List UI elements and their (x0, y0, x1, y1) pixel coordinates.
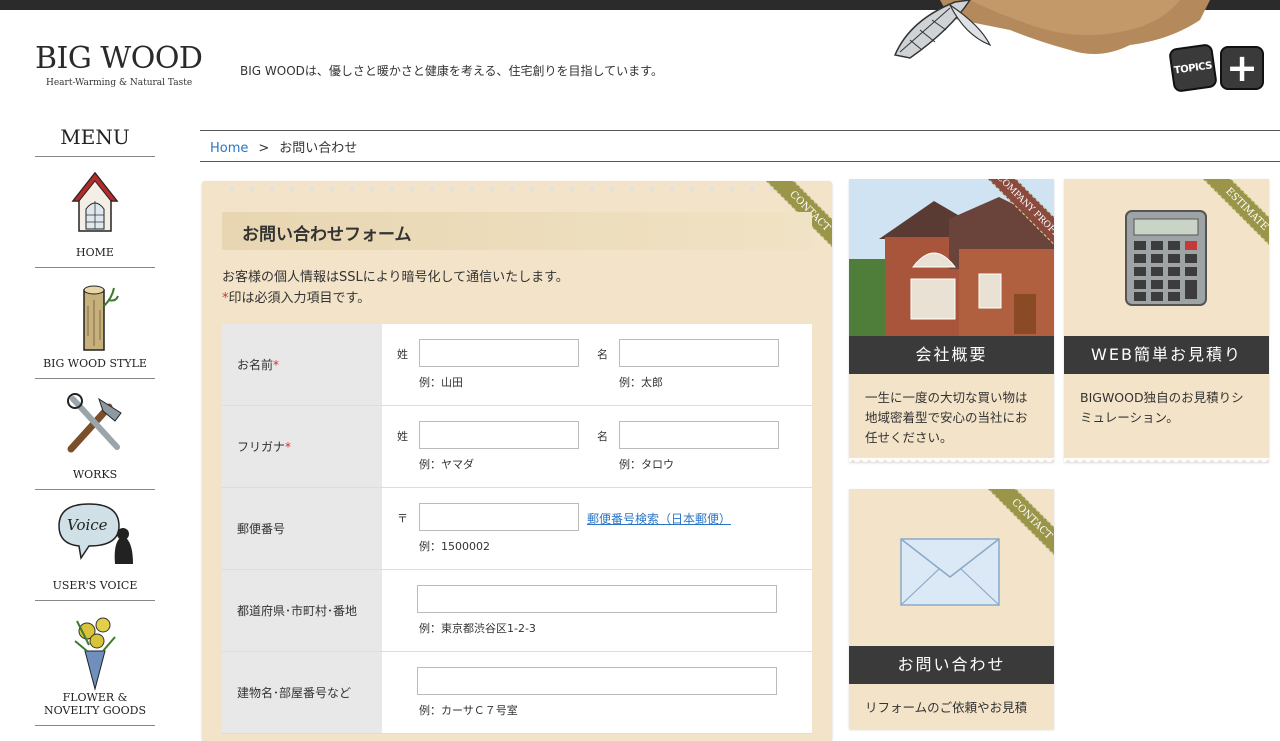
menu-label-works: WORKS (72, 468, 118, 481)
building-example: 例：カーサＣ７号室 (419, 704, 518, 717)
breadcrumb-separator: > (258, 141, 270, 156)
menu-label-big-wood-style: BIG WOOD STYLE (43, 357, 147, 370)
required-mark: * (285, 439, 292, 454)
torn-edge (1064, 458, 1269, 462)
first-kana-input[interactable] (619, 421, 779, 449)
menu-item-home[interactable]: HOME (35, 157, 155, 268)
contact-card-text: リフォームのご依頼やお見積 (865, 700, 1028, 715)
plus-icon: + (1226, 46, 1258, 90)
last-name-input[interactable] (419, 339, 579, 367)
contact-card-ribbon: CONTACT (975, 489, 1054, 576)
first-name-label: 名 (597, 348, 608, 361)
side-menu: MENU HOME BIG WOOD STYLE WORKS Voice USE… (35, 125, 155, 726)
form-table: お名前 * 姓 名 例：山田 例：太郎 フリガナ * 姓 名 例：ヤマダ 例：タロウ (222, 324, 812, 734)
tools-icon (67, 393, 122, 453)
company-ribbon-corner: COMPANY PROFILE (934, 179, 1054, 269)
estimate-ribbon: ESTIMATE (1190, 179, 1269, 266)
required-notice-text: 印は必須入力項目です。 (228, 291, 371, 306)
postal-mark: 〒 (397, 512, 408, 525)
last-kana-label: 姓 (397, 430, 408, 443)
form-row-building: 建物名･部屋番号など 例：カーサＣ７号室 (222, 652, 812, 734)
field-cell-address: 例：東京都渋谷区1-2-3 (382, 570, 812, 651)
company-profile-ribbon: COMPANY PROFILE (975, 179, 1054, 266)
field-cell-zip: 〒 郵便番号検索（日本郵便） 例：1500002 (382, 488, 812, 569)
field-label-building: 建物名･部屋番号など (222, 652, 382, 733)
zip-search-link[interactable]: 郵便番号検索（日本郵便） (587, 510, 731, 527)
company-house-image: COMPANY PROFILE (849, 179, 1054, 336)
menu-item-big-wood-style[interactable]: BIG WOOD STYLE (35, 268, 155, 379)
envelope-image: CONTACT (849, 489, 1054, 646)
first-kana-example: 例：タロウ (619, 458, 674, 471)
field-label-name: お名前 * (222, 324, 382, 405)
field-cell-building: 例：カーサＣ７号室 (382, 652, 812, 733)
menu-label-users-voice: USER'S VOICE (52, 579, 138, 592)
first-name-input[interactable] (619, 339, 779, 367)
form-row-zip: 郵便番号 〒 郵便番号検索（日本郵便） 例：1500002 (222, 488, 812, 570)
calculator-image: ESTIMATE (1064, 179, 1269, 336)
log-icon (83, 285, 119, 351)
site-logo[interactable]: BIG WOOD Heart-Warming & Natural Taste (35, 41, 220, 89)
voice-bubble-icon: Voice (58, 503, 133, 564)
breadcrumb: Home > お問い合わせ (200, 130, 1280, 162)
contact-form-panel: CONTACT お問い合わせフォーム お客様の個人情報はSSLにより暗号化して通… (202, 181, 832, 741)
first-kana-label: 名 (597, 430, 608, 443)
menu-label-flower-novelty: FLOWER & NOVELTY GOODS (43, 691, 147, 717)
breadcrumb-current: お問い合わせ (279, 141, 358, 156)
site-tagline: BIG WOODは、優しさと暖かさと健康を考える、住宅創りを目指しています。 (240, 64, 663, 78)
menu-item-works[interactable]: WORKS (35, 379, 155, 490)
last-name-example: 例：山田 (419, 376, 463, 389)
estimate-card[interactable]: ESTIMATE WEB簡単お見積り BIGWOOD独自のお見積りシミュレーショ… (1064, 179, 1269, 462)
first-name-example: 例：太郎 (619, 376, 663, 389)
last-kana-input[interactable] (419, 421, 579, 449)
form-row-name: お名前 * 姓 名 例：山田 例：太郎 (222, 324, 812, 406)
field-label-zip: 郵便番号 (222, 488, 382, 569)
required-mark: * (273, 357, 280, 372)
contact-card-title: お問い合わせ (849, 646, 1054, 684)
topics-button[interactable]: TOPICS (1168, 43, 1218, 93)
logo-subtitle: Heart-Warming & Natural Taste (46, 78, 193, 88)
torn-edge (849, 458, 1054, 462)
breadcrumb-home-link[interactable]: Home (210, 141, 248, 156)
field-cell-name: 姓 名 例：山田 例：太郎 (382, 324, 812, 405)
form-intro: お客様の個人情報はSSLにより暗号化して通信いたします。 *印は必須入力項目です… (222, 267, 569, 309)
form-title: お問い合わせフォーム (222, 212, 812, 250)
building-input[interactable] (417, 667, 777, 695)
binder-holes (222, 185, 782, 193)
estimate-text: BIGWOOD独自のお見積りシミュレーション。 (1080, 390, 1244, 425)
ssl-notice: お客様の個人情報はSSLにより暗号化して通信いたします。 (222, 270, 569, 285)
menu-title: MENU (35, 125, 155, 157)
last-kana-example: 例：ヤマダ (419, 458, 474, 471)
company-profile-text: 一生に一度の大切な買い物は地域密着型で安心の当社にお任せください。 (865, 390, 1028, 445)
required-notice: *印は必須入力項目です。 (222, 288, 569, 309)
company-profile-card[interactable]: COMPANY PROFILE 会社概要 一生に一度の大切な買い物は地域密着型で… (849, 179, 1054, 462)
form-row-kana: フリガナ * 姓 名 例：ヤマダ 例：タロウ (222, 406, 812, 488)
menu-item-flower-novelty[interactable]: FLOWER & NOVELTY GOODS (35, 601, 155, 726)
sand-leaf-decoration (880, 0, 1210, 62)
svg-text:Voice: Voice (67, 516, 108, 534)
menu-item-users-voice[interactable]: Voice USER'S VOICE (35, 490, 155, 601)
form-row-address: 都道府県･市町村･番地 例：東京都渋谷区1-2-3 (222, 570, 812, 652)
field-label-kana-text: フリガナ (237, 440, 286, 454)
topics-label: TOPICS (1173, 59, 1213, 77)
contact-card-ribbon-corner: CONTACT (934, 489, 1054, 579)
bouquet-icon (74, 617, 116, 691)
estimate-title: WEB簡単お見積り (1064, 336, 1269, 374)
zip-example: 例：1500002 (419, 540, 490, 553)
field-label-name-text: お名前 (237, 358, 274, 372)
menu-label-home: HOME (76, 246, 114, 259)
company-profile-title: 会社概要 (849, 336, 1054, 374)
address-input[interactable] (417, 585, 777, 613)
field-cell-kana: 姓 名 例：ヤマダ 例：タロウ (382, 406, 812, 487)
plus-button[interactable]: + (1220, 46, 1264, 90)
address-example: 例：東京都渋谷区1-2-3 (419, 622, 536, 635)
zip-input[interactable] (419, 503, 579, 531)
estimate-ribbon-corner: ESTIMATE (1149, 179, 1269, 269)
field-label-address: 都道府県･市町村･番地 (222, 570, 382, 651)
house-icon (71, 171, 119, 232)
contact-card[interactable]: CONTACT お問い合わせ リフォームのご依頼やお見積 (849, 489, 1054, 729)
last-name-label: 姓 (397, 348, 408, 361)
logo-main-text: BIG WOOD (35, 41, 203, 76)
field-label-kana: フリガナ * (222, 406, 382, 487)
